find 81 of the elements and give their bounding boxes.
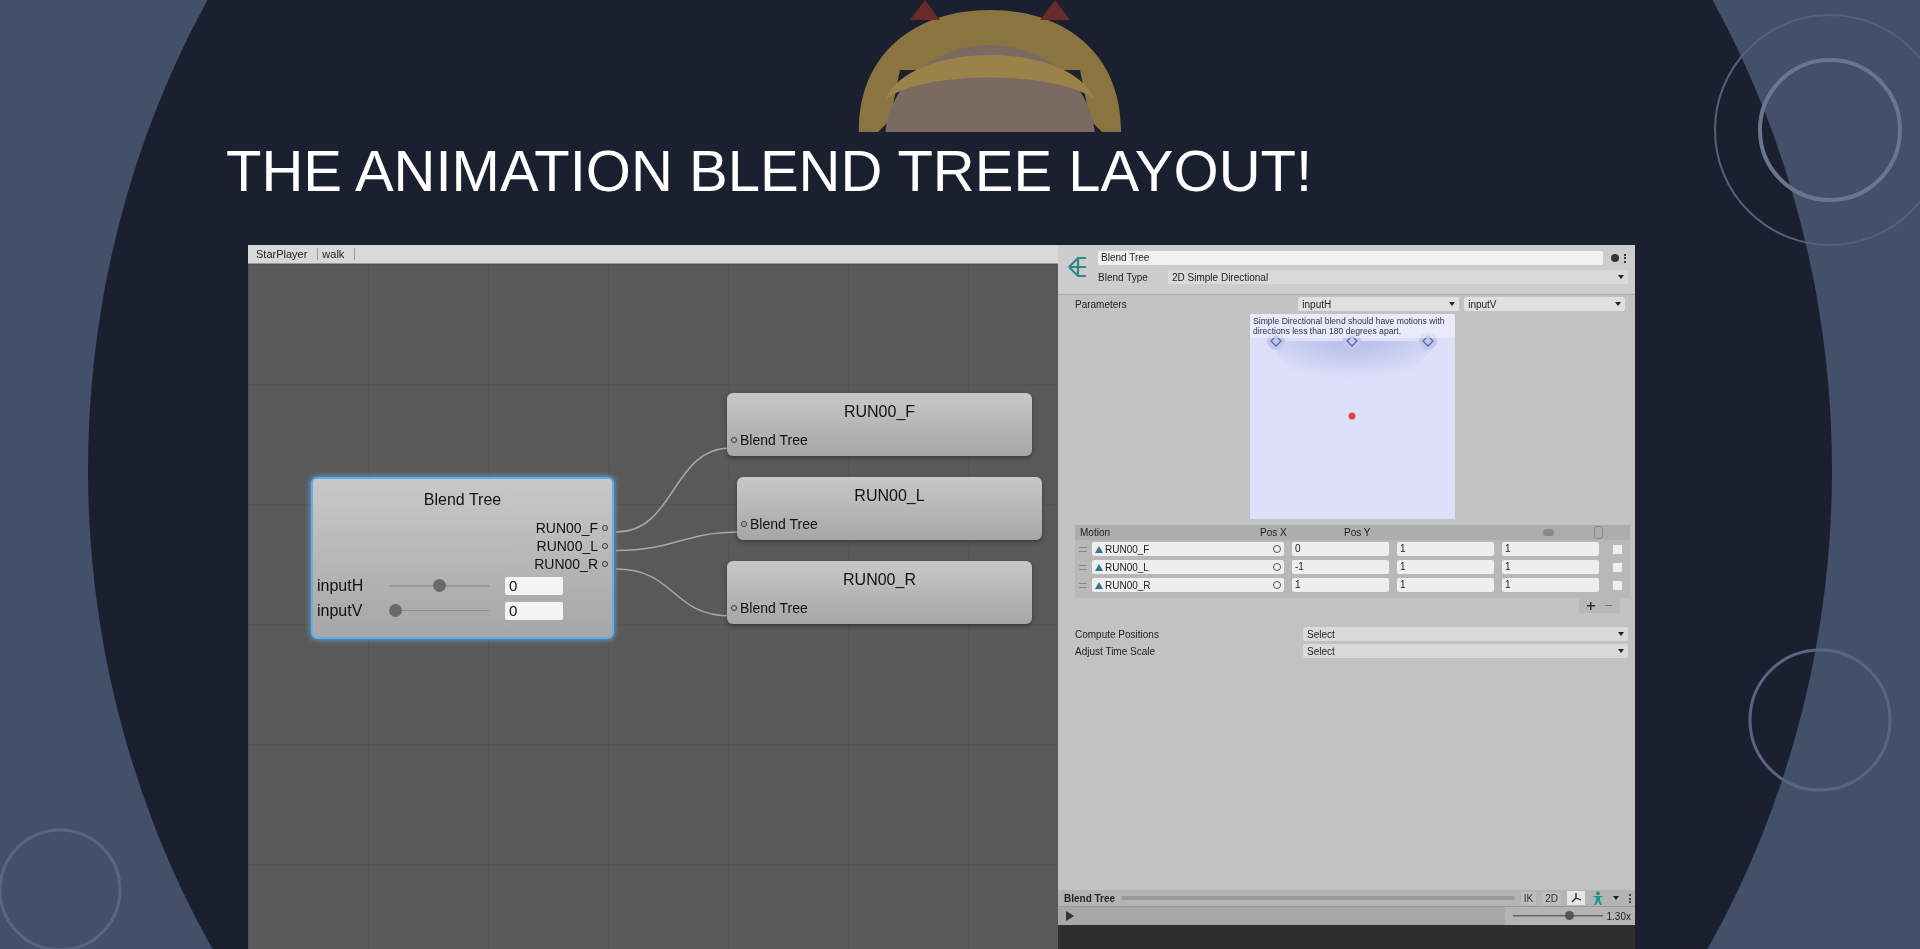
breadcrumb[interactable]: walk	[318, 248, 356, 260]
caret-icon	[1618, 632, 1624, 636]
clip-icon	[1095, 581, 1103, 589]
select-dropdown[interactable]: Select	[1303, 644, 1628, 658]
mirror-checkbox[interactable]	[1612, 579, 1623, 591]
column-header: Pos X	[1260, 527, 1288, 538]
number-field[interactable]: 1	[1397, 578, 1494, 592]
motion-node[interactable]: RUN00_L Blend Tree	[737, 477, 1042, 540]
number-field[interactable]: 1	[1502, 560, 1599, 574]
node-title: RUN00_R	[842, 570, 917, 590]
motion-node[interactable]: RUN00_F Blend Tree	[727, 393, 1032, 456]
number-field[interactable]: 1	[1502, 542, 1599, 556]
motion-node[interactable]: RUN00_R Blend Tree	[727, 561, 1032, 624]
caret-icon	[1615, 302, 1621, 306]
node-title: RUN00_L	[853, 486, 926, 506]
blend-type-dropdown[interactable]: 2D Simple Directional	[1168, 270, 1628, 284]
mirror-checkbox[interactable]	[1612, 543, 1623, 555]
warning-text: Simple Directional blend should have motions with directions less than 180 degrees apart.	[1250, 314, 1455, 338]
speed-icon	[1543, 529, 1554, 536]
help-icon[interactable]	[1611, 254, 1619, 262]
select-dropdown[interactable]: Select	[1303, 627, 1628, 641]
input-label: Blend Tree	[750, 516, 818, 532]
drag-handle-icon[interactable]	[1079, 582, 1087, 588]
field-label: Blend Type	[1098, 271, 1149, 283]
column-header: Pos Y	[1344, 527, 1372, 538]
motion-point-icon	[1419, 332, 1437, 350]
node-title: RUN00_F	[842, 402, 917, 422]
motion-point-icon	[1267, 332, 1285, 350]
field-label: Adjust Time Scale	[1075, 645, 1157, 657]
caret-icon	[1618, 275, 1624, 279]
clip-icon	[1095, 563, 1103, 571]
number-field[interactable]: 1	[1397, 560, 1494, 574]
output-label: RUN00_L	[536, 538, 598, 554]
column-header: Motion	[1080, 527, 1111, 538]
add-icon[interactable]	[1587, 601, 1595, 610]
value-field[interactable]: 0	[505, 601, 563, 620]
number-field[interactable]: 1	[1397, 542, 1494, 556]
blend-tree-node[interactable]: Blend Tree RUN00_F RUN00_L RUN00_R inputH 0 inputV 0	[311, 477, 614, 639]
input-point-icon	[1348, 412, 1356, 420]
number-field[interactable]: 1	[1292, 578, 1389, 592]
parameter-label: inputV	[317, 601, 364, 620]
mode-button[interactable]: 2D	[1542, 891, 1561, 905]
pivot-button[interactable]	[1567, 891, 1585, 905]
motion-field[interactable]: RUN00_F	[1092, 542, 1284, 556]
slider-thumb[interactable]	[432, 578, 446, 592]
clip-icon	[1095, 545, 1103, 553]
number-field[interactable]: 1	[1502, 578, 1599, 592]
play-icon[interactable]	[1066, 911, 1074, 921]
drag-handle-icon[interactable]	[1079, 564, 1087, 570]
caret-icon[interactable]	[1613, 896, 1619, 900]
ik-button[interactable]: IK	[1520, 891, 1537, 905]
motion-field[interactable]: RUN00_L	[1092, 560, 1284, 574]
value-field[interactable]: 0	[505, 576, 563, 595]
input-label: Blend Tree	[740, 600, 808, 616]
number-field[interactable]: -1	[1292, 560, 1389, 574]
parameter-dropdown[interactable]: inputV	[1464, 297, 1625, 311]
field-label: Parameters	[1075, 298, 1128, 310]
pivot-icon	[1570, 892, 1582, 904]
slide-title: THE ANIMATION BLEND TREE LAYOUT!	[226, 138, 1313, 204]
blend-diagram[interactable]: Simple Directional blend should have motions with directions less than 180 degrees apart.	[1250, 314, 1455, 519]
mirror-checkbox[interactable]	[1612, 561, 1623, 573]
caret-icon	[1618, 649, 1624, 653]
output-label: RUN00_R	[534, 556, 598, 572]
caret-icon	[1449, 302, 1456, 306]
slider-thumb[interactable]	[1565, 911, 1575, 920]
field-label: Compute Positions	[1075, 628, 1160, 640]
motion-field[interactable]: RUN00_R	[1092, 578, 1284, 592]
remove-icon[interactable]	[1605, 604, 1612, 607]
speed-value: 1.30x	[1606, 910, 1631, 922]
parameter-label: inputH	[317, 576, 365, 595]
drag-handle-icon[interactable]	[1079, 546, 1087, 552]
input-label: Blend Tree	[740, 432, 808, 448]
preview-title: Blend Tree	[1064, 892, 1116, 904]
parameter-dropdown[interactable]: inputH	[1298, 297, 1460, 311]
mirror-icon	[1594, 526, 1603, 539]
node-title: Blend Tree	[422, 490, 503, 510]
name-field[interactable]: Blend Tree	[1098, 251, 1603, 265]
number-field[interactable]: 0	[1292, 542, 1389, 556]
output-label: RUN00_F	[535, 520, 598, 536]
breadcrumb[interactable]: StarPlayer	[252, 248, 319, 260]
slider-thumb[interactable]	[389, 603, 402, 617]
